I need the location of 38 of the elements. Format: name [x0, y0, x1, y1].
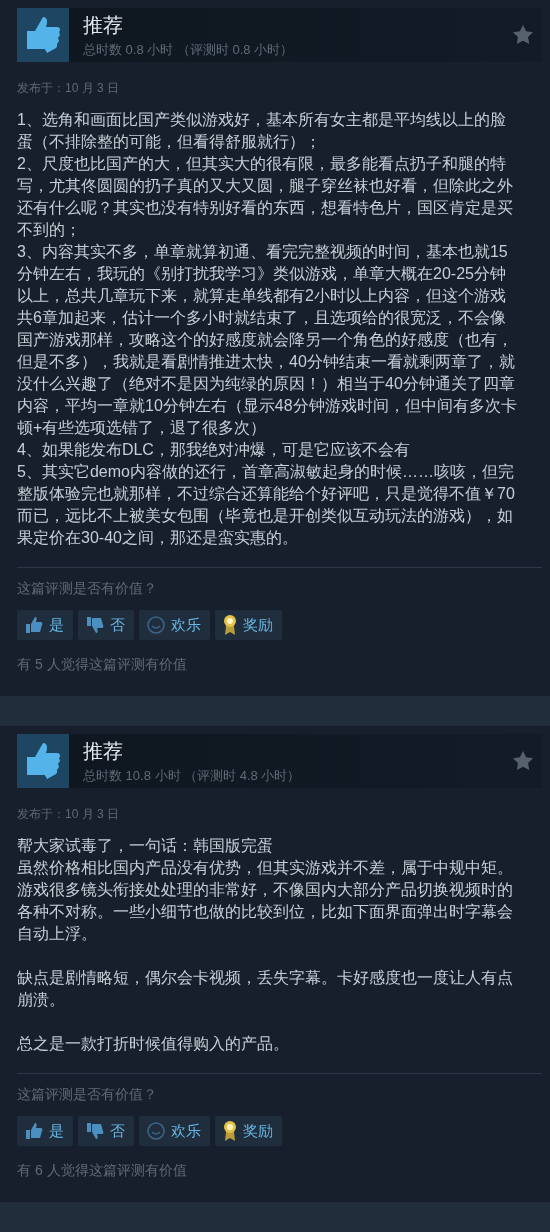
- review-paragraph: 2、尺度也比国产的大，但其实大的很有限，最多能看点扔子和腿的特写，尤其佟圆圆的扔子真的又大又圆，腿子穿丝袜也好看，但除此之外还有什么呢？其实也没有特别好看的东西，想看特色片，国区肯定是买不到的；: [17, 154, 514, 240]
- star-icon: [512, 24, 534, 45]
- posted-date: 发布于：10 月 3 日: [17, 80, 121, 97]
- thumbs-down-icon: [85, 615, 105, 635]
- award-button[interactable]: 奖励: [215, 610, 282, 640]
- helpful-count: 有 6 人觉得这篇评测有价值: [17, 1162, 188, 1180]
- review-paragraph: 总之是一款打折时候值得购入的产品。: [17, 1034, 290, 1054]
- review-paragraph: 1、选角和画面比国产类似游戏好，基本所有女主都是平均线以上的脸蛋（不排除整的可能，但看得舒服就行）；: [17, 110, 507, 152]
- helpful-question: 这篇评测是否有价值？: [17, 1086, 158, 1104]
- playtime-text: 总时数 10.8 小时 （评测时 4.8 小时）: [83, 766, 301, 785]
- review-verdict: 推荐: [83, 12, 124, 38]
- helpful-count: 有 5 人觉得这篇评测有价值: [17, 656, 188, 674]
- smiley-icon: [146, 615, 166, 635]
- review-paragraph: 缺点是剧情略短，偶尔会卡视频，丢失字幕。卡好感度也一度让人有点崩溃。: [17, 968, 514, 1010]
- review-verdict: 推荐: [83, 738, 124, 764]
- star-icon: [512, 750, 534, 771]
- award-ribbon-icon: [222, 614, 238, 636]
- no-button[interactable]: 否: [78, 1116, 134, 1146]
- thumbs-up-icon: [24, 615, 44, 635]
- review-paragraph: 5、其实它demo内容做的还行，首章高淑敏起身的时候……咳咳，但完整版体验完也就那样，不过综合还算能给个好评吧，只是觉得不值￥70而已，远比不上被美女包围（毕竟也是开创类似互动玩法的游戏），如果定价在30-40之间，那还是蛮实惠的。: [17, 462, 516, 548]
- funny-button[interactable]: 欢乐: [139, 610, 210, 640]
- thumbs-down-icon: [85, 1121, 105, 1141]
- yes-button[interactable]: 是: [17, 1116, 73, 1146]
- playtime-text: 总时数 0.8 小时 （评测时 0.8 小时）: [83, 40, 294, 59]
- helpful-question: 这篇评测是否有价值？: [17, 580, 158, 598]
- review-paragraph: 虽然价格相比国内产品没有优势，但其实游戏并不差，属于中规中矩。: [17, 858, 514, 878]
- yes-button[interactable]: 是: [17, 610, 73, 640]
- posted-date: 发布于：10 月 3 日: [17, 806, 121, 823]
- funny-button[interactable]: 欢乐: [139, 1116, 210, 1146]
- award-ribbon-icon: [222, 1120, 238, 1142]
- review-paragraph: 游戏很多镜头衔接处处理的非常好，不像国内大部分产品切换视频时的各种不对称。一些小细节也做的比较到位，比如下面界面弹出时字幕会自动上浮。: [17, 880, 514, 944]
- award-button[interactable]: 奖励: [215, 1116, 282, 1146]
- smiley-icon: [146, 1121, 166, 1141]
- thumbs-up-icon: [24, 1121, 44, 1141]
- review-paragraph: 帮大家试毒了，一句话：韩国版完蛋: [17, 836, 274, 856]
- no-button[interactable]: 否: [78, 610, 134, 640]
- review-paragraph: 3、内容其实不多，单章就算初通、看完完整视频的时间，基本也就15分钟左右，我玩的《别打扰我学习》类似游戏，单章大概在20-25分钟以上，总共几章玩下来，就算走单线都有2小时以上内容，但这个游戏共6章加起来，估计一个多小时就结束了，且选项给的很宽泛，不会像国产游戏那样，攻略这个的好感度就会降另一个角色的好感度（也有，但是不多），我就是看剧情推进太快，40分钟结束一看就剩两章了，就没什么兴趣了（绝对不是因为纯绿的原因！）相当于40分钟通关了四章内容，平均一章就10分钟左右（显示48分钟游戏时间，但中间有多次卡顿+有些选项选错了，退了很多次）: [17, 242, 518, 438]
- review-paragraph: 4、如果能发布DLC，那我绝对冲爆，可是它应该不会有: [17, 440, 411, 460]
